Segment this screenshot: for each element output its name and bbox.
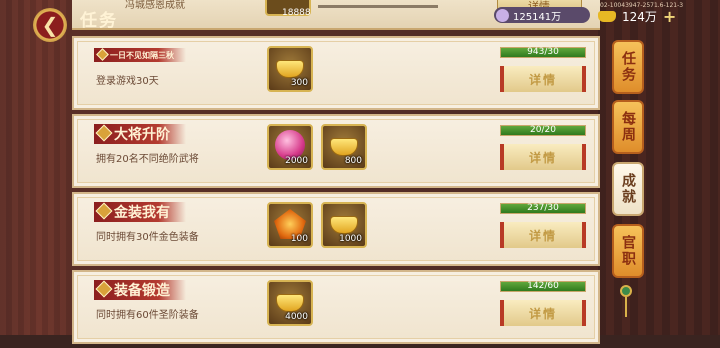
partial-progress-bar <box>318 5 438 8</box>
reward-item[interactable]: 100 <box>267 202 313 248</box>
tab-official-rank[interactable]: 官职 <box>612 224 644 278</box>
details-button[interactable]: 详情 <box>500 66 586 92</box>
partial-task-desc: 冯城感恩成就 <box>125 0 185 11</box>
diamond-icon <box>95 124 113 142</box>
task-progress: 237/30 <box>500 203 586 214</box>
tassel-decoration <box>625 297 627 317</box>
right-wall-decoration <box>590 0 720 335</box>
diamond-icon <box>95 202 113 220</box>
task-progress: 142/60 <box>500 281 586 292</box>
gold-ingot-icon <box>330 216 358 234</box>
gold-ingot-icon <box>276 60 304 78</box>
reward-qty: 4000 <box>285 312 308 322</box>
gold-ingot-icon <box>598 11 616 22</box>
add-gold-button[interactable]: + <box>663 7 676 26</box>
reward-item[interactable]: 800 <box>321 124 367 170</box>
task-tag: 装备锻造 <box>94 280 186 300</box>
task-card: 金装我有 同时拥有30件金色装备 100 1000 237/30 详情 <box>72 192 600 266</box>
task-progress: 943/30 <box>500 47 586 58</box>
stamina-value: 125141万 <box>513 11 562 23</box>
left-wall-decoration <box>0 0 70 335</box>
task-tag: 一日不见如隔三秋 <box>94 48 186 62</box>
task-tag-label: 一日不见如隔三秋 <box>110 50 174 60</box>
reward-qty: 100 <box>290 234 308 244</box>
reward-item[interactable]: 4000 <box>267 280 313 326</box>
jade-knot-icon <box>620 285 632 297</box>
task-card: 一日不见如隔三秋 登录游戏30天 300 943/30 详情 <box>72 36 600 110</box>
tab-weekly[interactable]: 每周 <box>612 100 644 154</box>
gold-ingot-icon <box>276 294 304 312</box>
tab-tasks[interactable]: 任务 <box>612 40 644 94</box>
page-title: 任务 <box>80 11 118 31</box>
tab-achievements[interactable]: 成就 <box>612 162 644 216</box>
details-button[interactable]: 详情 <box>500 144 586 170</box>
task-desc: 拥有20名不同绝阶武将 <box>96 154 199 165</box>
task-progress: 20/20 <box>500 125 586 136</box>
reward-item[interactable]: 2000 <box>267 124 313 170</box>
progress-label: 20/20 <box>530 125 556 135</box>
task-list: 一日不见如隔三秋 登录游戏30天 300 943/30 详情 大将升阶 拥有20… <box>72 36 600 348</box>
gold-value: 124万 <box>622 10 657 24</box>
task-tag-label: 大将升阶 <box>114 127 170 143</box>
stamina-icon <box>496 8 509 22</box>
progress-label: 237/30 <box>527 203 559 213</box>
reward-qty: 1000 <box>339 234 362 244</box>
stamina-display: 125141万 <box>494 7 590 23</box>
task-tag-label: 装备锻造 <box>114 283 170 299</box>
reward-qty: 300 <box>290 78 308 88</box>
reward-qty: 800 <box>344 156 362 166</box>
task-card: 装备锻造 同时拥有60件圣阶装备 4000 142/60 详情 <box>72 270 600 344</box>
gold-display: 124万 + <box>598 7 676 26</box>
details-button[interactable]: 详情 <box>500 222 586 248</box>
details-button[interactable]: 详情 <box>500 300 586 326</box>
task-desc: 同时拥有30件金色装备 <box>96 232 199 243</box>
progress-label: 142/60 <box>527 281 559 291</box>
partial-reward-qty: 18888 <box>282 8 311 18</box>
arrow-left-icon: ❮ <box>41 13 59 37</box>
reward-item[interactable]: 300 <box>267 46 313 92</box>
task-tag: 金装我有 <box>94 202 186 222</box>
task-tag: 大将升阶 <box>94 124 186 144</box>
reward-qty: 2000 <box>285 156 308 166</box>
task-desc: 登录游戏30天 <box>96 76 159 87</box>
diamond-icon <box>95 280 113 298</box>
diamond-icon <box>96 48 109 61</box>
back-button[interactable]: ❮ <box>33 8 67 42</box>
task-desc: 同时拥有60件圣阶装备 <box>96 310 199 321</box>
progress-label: 943/30 <box>527 47 559 57</box>
reward-item[interactable]: 1000 <box>321 202 367 248</box>
task-tag-label: 金装我有 <box>114 205 170 221</box>
gold-ingot-icon <box>330 138 358 156</box>
task-card: 大将升阶 拥有20名不同绝阶武将 2000 800 20/20 详情 <box>72 114 600 188</box>
